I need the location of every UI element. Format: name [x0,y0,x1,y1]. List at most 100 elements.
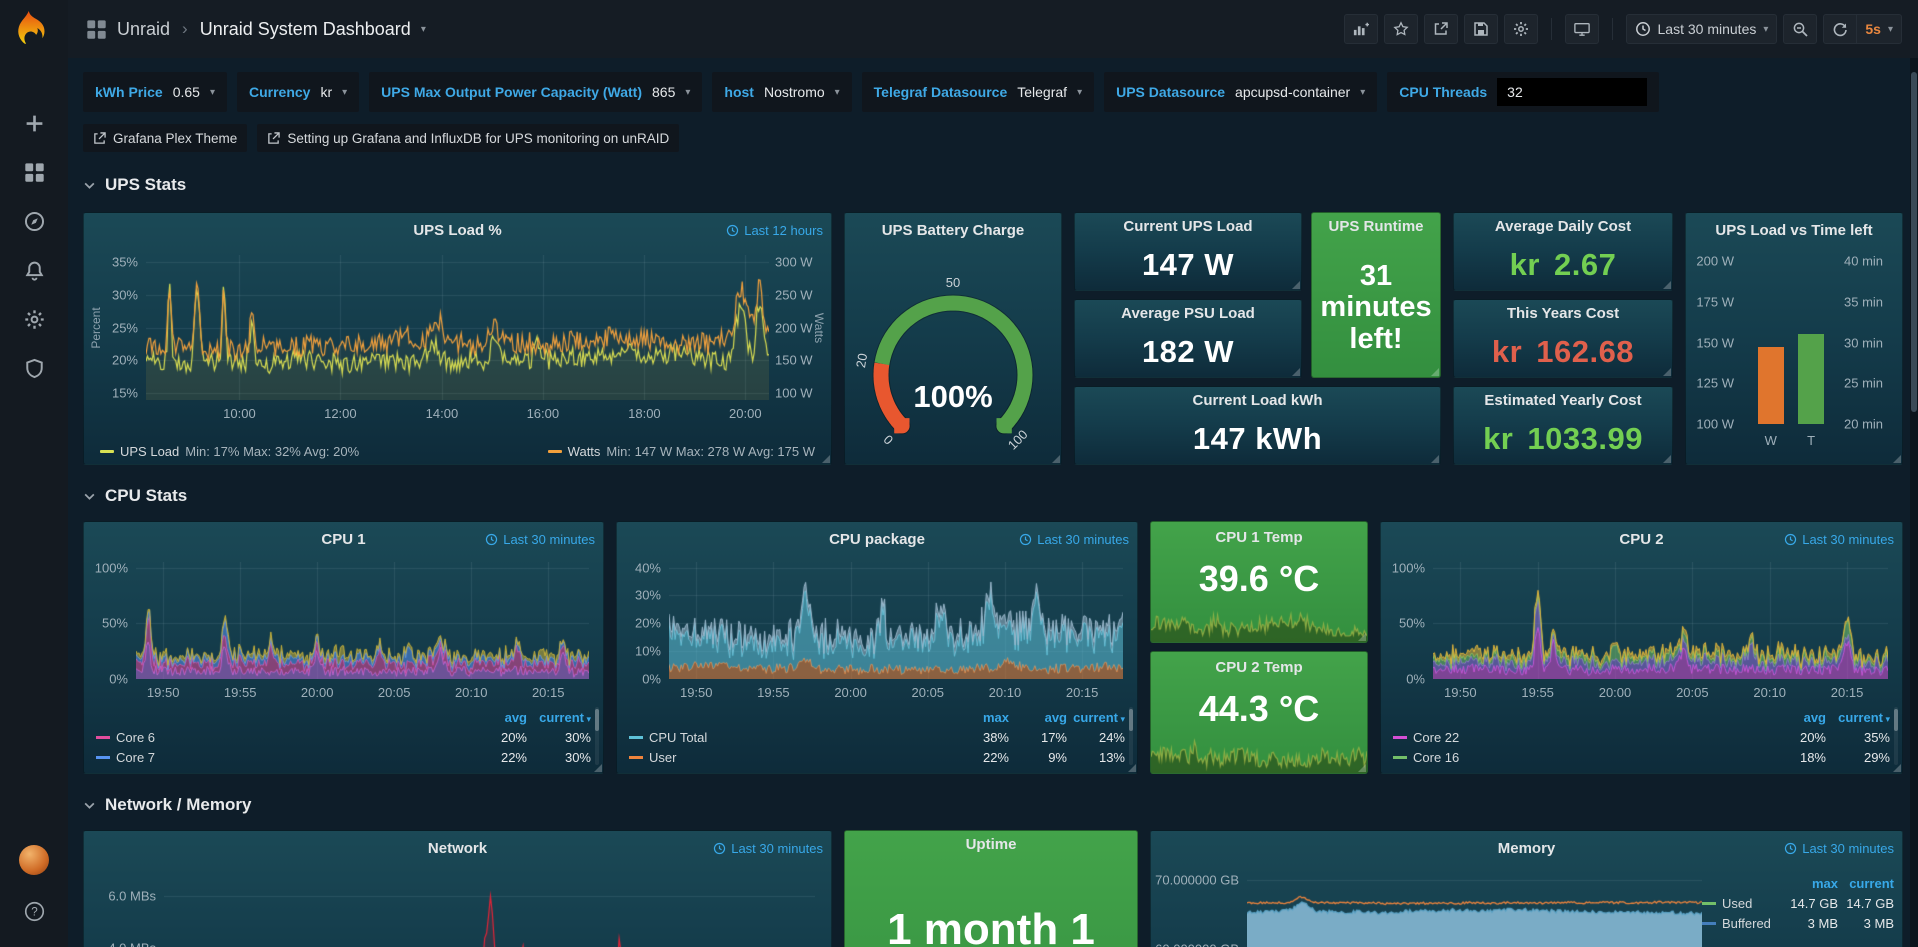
panel-title[interactable]: UPS Load % [413,222,501,239]
panel-title[interactable]: Current Load kWh [1193,392,1323,409]
legend-series-used[interactable]: Used [1722,896,1752,911]
panel-title[interactable]: CPU 2 Temp [1215,659,1302,676]
panel-header[interactable]: UPS Load % Last 12 hours [84,213,831,247]
panel-header[interactable]: Current UPS Load [1075,213,1301,239]
legend-sort-max[interactable]: max [951,710,1009,725]
dashboard-title[interactable]: Unraid System Dashboard [200,19,411,40]
panel-header[interactable]: Average Daily Cost [1454,213,1672,239]
cpu2-graph[interactable] [1433,562,1888,679]
panel-time-range[interactable]: Last 30 minutes [1784,831,1894,865]
network-graph[interactable] [164,873,815,947]
panel-header[interactable]: CPU package Last 30 minutes [617,522,1137,556]
variable-cpu-threads[interactable]: CPU Threads [1387,72,1659,112]
panel-title[interactable]: UPS Load vs Time left [1715,222,1872,239]
legend-series-core-7[interactable]: Core 7 [116,750,155,765]
variable-value[interactable]: Telegraf [1017,84,1067,100]
panel-header[interactable]: Current Load kWh [1075,387,1440,413]
variable-value[interactable]: 0.65 [173,84,200,100]
grafana-logo[interactable] [13,7,55,49]
panel-title[interactable]: Uptime [966,836,1017,853]
sidebar-add-button[interactable] [14,103,54,143]
variable-value[interactable]: apcupsd-container [1235,84,1350,100]
variable-value[interactable]: kr [320,84,332,100]
legend-scrollbar[interactable] [595,707,599,765]
add-panel-button[interactable] [1344,14,1378,44]
panel-header[interactable]: This Years Cost [1454,300,1672,326]
sidebar-alerting-button[interactable] [14,250,54,290]
sidebar-admin-button[interactable] [14,348,54,388]
star-button[interactable] [1384,14,1418,44]
variable-currency[interactable]: Currencykr▾ [237,72,359,112]
variable-kwh-price[interactable]: kWh Price0.65▾ [83,72,227,112]
dashboard-link[interactable]: Setting up Grafana and InfluxDB for UPS … [257,124,679,152]
panel-title[interactable]: This Years Cost [1507,305,1619,322]
time-range-picker[interactable]: Last 30 minutes ▾ [1626,14,1778,44]
section-header-network-memory[interactable]: Network / Memory [83,794,1903,816]
panel-header[interactable]: CPU 2 Temp [1151,652,1367,682]
panel-title[interactable]: Current UPS Load [1123,218,1252,235]
memory-graph[interactable] [1247,873,1702,947]
panel-title[interactable]: UPS Runtime [1328,218,1423,235]
legend-item[interactable]: WattsMin: 147 W Max: 278 W Avg: 175 W [548,444,815,459]
chevron-down-icon[interactable]: ▾ [421,24,426,35]
panel-title[interactable]: UPS Battery Charge [882,222,1025,239]
panel-time-range[interactable]: Last 30 minutes [485,522,595,556]
legend-series-core-22[interactable]: Core 22 [1413,730,1459,745]
legend-series-cpu-total[interactable]: CPU Total [649,730,707,745]
scrollbar-thumb[interactable] [1911,72,1917,412]
variable-input[interactable] [1497,78,1647,106]
save-button[interactable] [1464,14,1498,44]
bar-W[interactable] [1758,347,1784,424]
breadcrumb-app[interactable]: Unraid [117,19,170,40]
panel-header[interactable]: CPU 1 Last 30 minutes [84,522,603,556]
variable-ups-datasource[interactable]: UPS Datasourceapcupsd-container▾ [1104,72,1377,112]
legend-sort-current[interactable]: current ▾ [1067,710,1125,725]
panel-title[interactable]: CPU 1 Temp [1215,529,1302,546]
refresh-button[interactable] [1823,14,1857,44]
sidebar-dashboards-button[interactable] [14,152,54,192]
refresh-interval-picker[interactable]: 5s ▾ [1857,14,1902,44]
variable-value[interactable]: 865 [652,84,675,100]
section-header-ups-stats[interactable]: UPS Stats [83,174,1903,196]
panel-time-range[interactable]: Last 30 minutes [1019,522,1129,556]
legend-series-core-6[interactable]: Core 6 [116,730,155,745]
panel-header[interactable]: Network Last 30 minutes [84,831,831,865]
share-button[interactable] [1424,14,1458,44]
legend-scrollbar[interactable] [1129,707,1133,765]
user-avatar[interactable] [19,845,49,875]
help-button[interactable]: ? [14,891,54,931]
panel-title[interactable]: Average Daily Cost [1495,218,1631,235]
panel-header[interactable]: UPS Battery Charge [845,213,1061,247]
bar-T[interactable] [1798,334,1824,424]
legend-sort-avg[interactable]: avg [1762,710,1826,725]
ups-load-graph[interactable] [146,255,769,400]
legend-series-user[interactable]: User [649,750,676,765]
panel-header[interactable]: CPU 1 Temp [1151,522,1367,552]
panel-header[interactable]: Average PSU Load [1075,300,1301,326]
variable-ups-max-output-power-capacity-watt-[interactable]: UPS Max Output Power Capacity (Watt)865▾ [369,72,702,112]
panel-header[interactable]: Estimated Yearly Cost [1454,387,1672,413]
panel-title[interactable]: CPU 1 [321,531,365,548]
legend-scrollbar[interactable] [1894,707,1898,765]
legend-sort-current[interactable]: current ▾ [1826,710,1890,725]
panel-time-range[interactable]: Last 30 minutes [713,831,823,865]
panel-title[interactable]: Network [428,840,487,857]
panel-header[interactable]: CPU 2 Last 30 minutes [1381,522,1902,556]
legend-sort-avg[interactable]: avg [463,710,527,725]
panel-header[interactable]: Uptime [845,831,1137,857]
panel-header[interactable]: Memory Last 30 minutes [1151,831,1902,865]
panel-title[interactable]: Average PSU Load [1121,305,1255,322]
legend-sort-current[interactable]: current ▾ [527,710,591,725]
cpu-package-graph[interactable] [669,562,1123,679]
panel-header[interactable]: UPS Load vs Time left [1686,213,1902,247]
variable-telegraf-datasource[interactable]: Telegraf DatasourceTelegraf▾ [862,72,1094,112]
legend-sort-avg[interactable]: avg [1009,710,1067,725]
cycle-view-button[interactable] [1565,14,1599,44]
cpu1-graph[interactable] [136,562,589,679]
legend-sort-current[interactable]: current [1838,876,1894,891]
dashboard-link[interactable]: Grafana Plex Theme [83,124,247,152]
panel-time-range[interactable]: Last 30 minutes [1784,522,1894,556]
variable-host[interactable]: hostNostromo▾ [712,72,851,112]
section-header-cpu-stats[interactable]: CPU Stats [83,485,1903,507]
panel-title[interactable]: CPU 2 [1619,531,1663,548]
